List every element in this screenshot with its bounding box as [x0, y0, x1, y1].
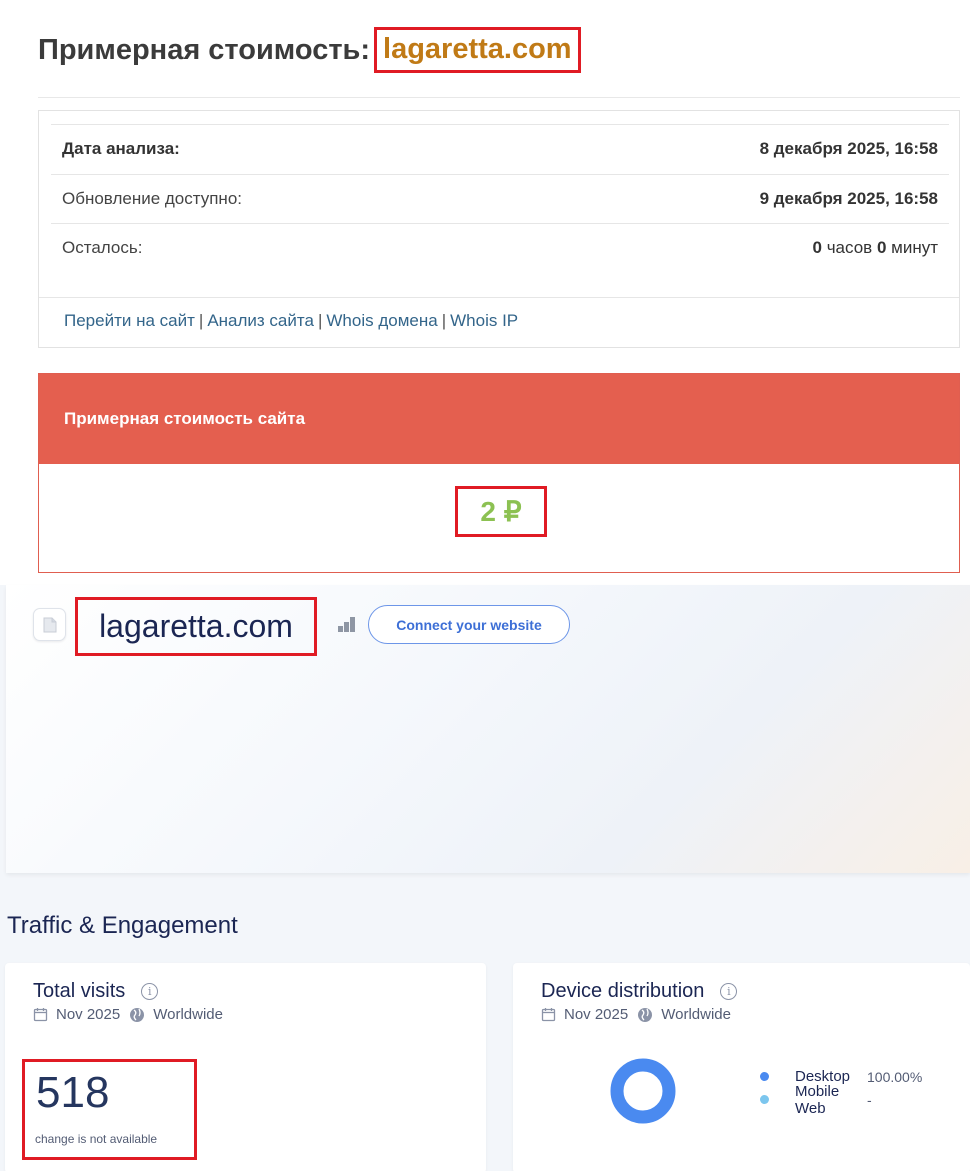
- info-icon[interactable]: i: [141, 983, 159, 1000]
- legend-dot: [760, 1095, 769, 1104]
- page-heading: Примерная стоимость: lagaretta.com: [38, 27, 581, 73]
- heading-domain: lagaretta.com: [383, 33, 572, 65]
- device-distribution-title: Device distribution: [541, 980, 705, 1002]
- site-links: Перейти на сайт | Анализ сайта | Whois домен…: [64, 311, 518, 331]
- traffic-section-title: Traffic & Engagement: [7, 912, 238, 939]
- device-donut-chart: [610, 1058, 676, 1124]
- update-available-label: Обновление доступно:: [62, 188, 243, 208]
- total-visits-title-row: Total visits i: [33, 980, 159, 1003]
- remaining-hours: 0: [812, 238, 822, 258]
- link-whois-ip[interactable]: Whois IP: [450, 311, 518, 330]
- device-title-row: Device distribution i: [541, 980, 738, 1003]
- site-favicon: [33, 608, 66, 641]
- analysis-date-row: Дата анализа: 8 декабря 2025, 16:58: [51, 124, 949, 174]
- total-visits-period: Nov 2025: [56, 1006, 121, 1023]
- globe-icon: [130, 1007, 145, 1022]
- domain-highlight: lagaretta.com: [374, 27, 581, 73]
- update-available-row: Обновление доступно: 9 декабря 2025, 16:…: [51, 173, 949, 224]
- update-available-value: 9 декабря 2025, 16:58: [759, 188, 938, 208]
- device-distribution-card: Device distribution i Nov 2025 Worldwide: [513, 963, 970, 1171]
- traffic-overview: lagaretta.com Connect your website Traff…: [0, 585, 970, 1171]
- links-divider: [39, 297, 959, 298]
- legend-value: 100.00%: [867, 1068, 923, 1085]
- site-cost-panel: Примерная стоимость сайта 2 ₽: [38, 373, 960, 573]
- total-visits-region: Worldwide: [153, 1006, 223, 1023]
- total-visits-value: 518: [36, 1068, 110, 1117]
- remaining-minutes-unit: минут: [891, 238, 938, 258]
- document-icon: [43, 617, 56, 632]
- analysis-date-label: Дата анализа:: [62, 139, 180, 159]
- site-cost-value: 2 ₽: [480, 496, 522, 527]
- globe-icon: [638, 1007, 653, 1022]
- link-separator: |: [441, 311, 447, 330]
- device-period: Nov 2025: [564, 1006, 629, 1023]
- link-separator: |: [198, 311, 204, 330]
- visits-change-note: change is not available: [35, 1132, 158, 1146]
- calendar-icon: [541, 1008, 556, 1022]
- donut-desktop-segment: [610, 1058, 676, 1124]
- device-region: Worldwide: [661, 1006, 731, 1023]
- calendar-icon: [33, 1008, 48, 1022]
- analysis-date-value: 8 декабря 2025, 16:58: [759, 139, 938, 159]
- remaining-value: 0 часов 0 минут: [813, 238, 939, 258]
- total-visits-card: Total visits i Nov 2025 Worldwide 518 ch…: [5, 963, 486, 1171]
- legend-item-mobile-web: Mobile Web -: [760, 1083, 922, 1117]
- device-legend: Desktop 100.00% Mobile Web -: [760, 1065, 923, 1117]
- device-meta: Nov 2025 Worldwide: [541, 1006, 731, 1023]
- analysis-table: Дата анализа: 8 декабря 2025, 16:58 Обно…: [51, 124, 949, 273]
- site-cost-title: Примерная стоимость сайта: [64, 409, 306, 428]
- remaining-row: Осталось: 0 часов 0 минут: [51, 223, 949, 273]
- connect-website-button[interactable]: Connect your website: [368, 605, 570, 644]
- total-visits-meta: Nov 2025 Worldwide: [33, 1006, 223, 1023]
- link-go-to-site[interactable]: Перейти на сайт: [64, 311, 195, 330]
- remaining-label: Осталось:: [62, 238, 143, 258]
- cost-value-highlight: 2 ₽: [455, 486, 547, 537]
- legend-value: -: [867, 1091, 872, 1108]
- legend-label: Mobile Web: [795, 1082, 840, 1117]
- site-cost-header: Примерная стоимость сайта: [39, 374, 959, 464]
- page-title: Примерная стоимость:: [38, 33, 371, 66]
- link-site-analysis[interactable]: Анализ сайта: [207, 311, 314, 330]
- info-icon[interactable]: i: [720, 983, 738, 1000]
- total-visits-title: Total visits: [33, 980, 126, 1002]
- remaining-minutes: 0: [876, 238, 887, 258]
- legend-dot: [760, 1072, 769, 1081]
- remaining-hours-unit: часов: [826, 238, 873, 258]
- visits-highlight: 518 change is not available: [22, 1059, 197, 1160]
- analysis-info-panel: Дата анализа: 8 декабря 2025, 16:58 Обно…: [38, 110, 960, 348]
- site-hero: lagaretta.com Connect your website: [6, 585, 970, 873]
- link-separator: |: [317, 311, 323, 330]
- divider: [38, 97, 960, 98]
- rank-bars-icon: [338, 617, 355, 632]
- link-whois-domain[interactable]: Whois домена: [326, 311, 437, 330]
- site-name-highlight: lagaretta.com: [75, 597, 317, 656]
- site-name: lagaretta.com: [99, 608, 293, 644]
